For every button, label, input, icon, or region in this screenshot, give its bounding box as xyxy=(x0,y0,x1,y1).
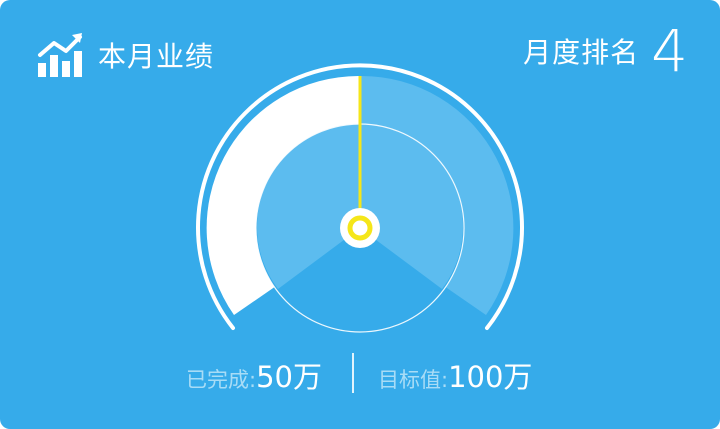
completed-value: 50万 xyxy=(256,360,322,394)
performance-card: 本月业绩 月度排名 4 已完成: 50万 目标值: 100万 xyxy=(0,0,720,429)
target-value: 100万 xyxy=(448,360,533,394)
gauge-footer: 已完成: 50万 目标值: 100万 xyxy=(0,348,720,398)
target-stat: 目标值: 100万 xyxy=(378,354,532,396)
gauge-hub-ring xyxy=(347,215,373,241)
target-label: 目标值: xyxy=(378,368,449,392)
completed-label: 已完成: xyxy=(186,368,257,392)
footer-divider xyxy=(352,353,354,393)
completed-stat: 已完成: 50万 xyxy=(186,354,322,396)
